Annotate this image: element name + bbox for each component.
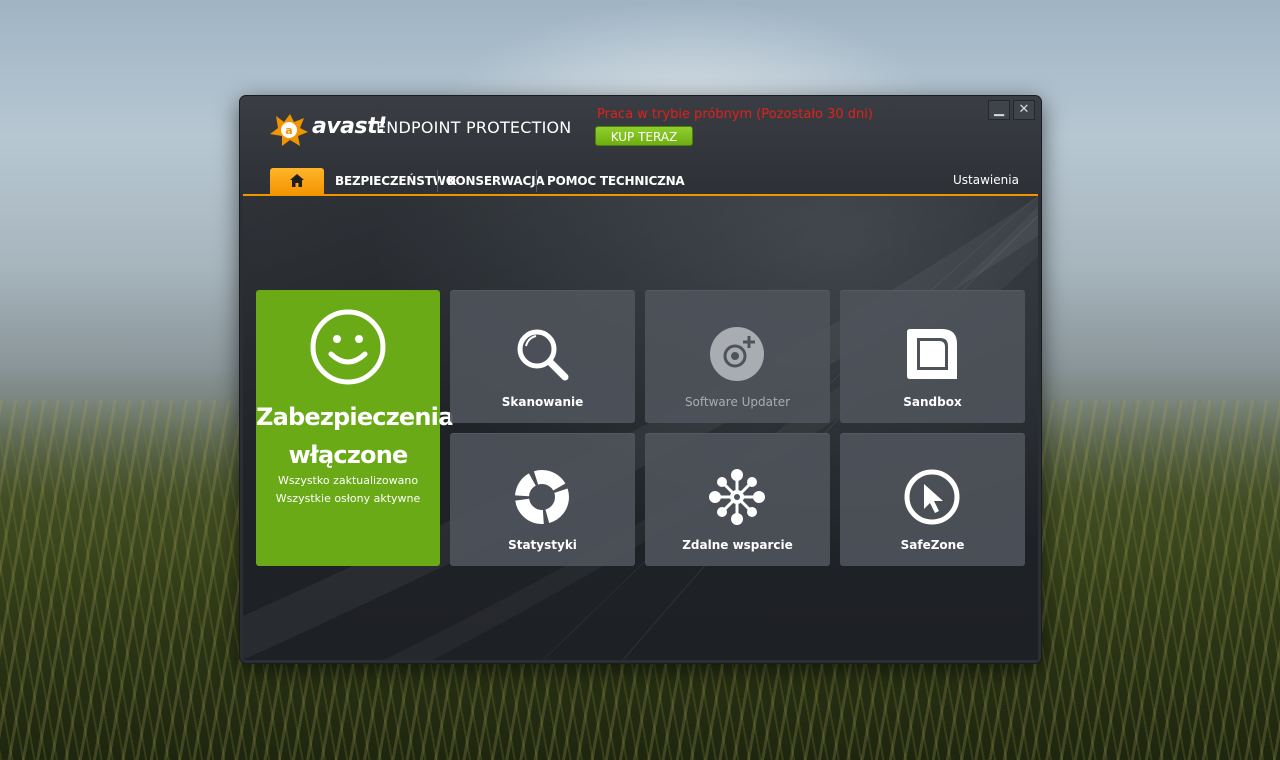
tile-label: Sandbox	[903, 395, 962, 409]
tile-sandbox[interactable]: Sandbox	[840, 290, 1025, 423]
protection-status-card[interactable]: Zabezpieczenia włączone Wszystko zaktual…	[256, 290, 454, 566]
settings-link[interactable]: Ustawienia	[953, 173, 1019, 187]
tab-maintenance[interactable]: KONSERWACJA	[447, 174, 545, 188]
home-icon	[290, 174, 304, 187]
avast-logo-icon: a	[270, 114, 308, 146]
tile-software-updater[interactable]: Software Updater	[645, 290, 830, 423]
status-title: Zabezpieczenia włączone	[256, 398, 454, 474]
avast-main-window: a avast! ENDPOINT PROTECTION Praca w try…	[240, 96, 1041, 663]
main-nav: BEZPIECZEŃSTWO KONSERWACJA POMOC TECHNIC…	[240, 166, 1041, 196]
tile-scan[interactable]: Skanowanie	[450, 290, 635, 423]
tab-home[interactable]	[270, 168, 324, 195]
tile-label: Skanowanie	[501, 395, 584, 409]
tile-label: Zdalne wsparcie	[682, 538, 793, 552]
tile-statistics[interactable]: Statystyki	[450, 433, 635, 566]
status-updated-text: Wszystko zaktualizowano	[277, 474, 419, 487]
sandbox-icon	[907, 329, 957, 379]
tile-label: SafeZone	[900, 538, 965, 552]
window-header: a avast! ENDPOINT PROTECTION Praca w try…	[240, 96, 1041, 196]
nav-divider	[437, 170, 438, 192]
software-updater-icon	[710, 327, 764, 381]
minimize-button[interactable]: ▁	[988, 100, 1010, 120]
tile-safezone[interactable]: SafeZone	[840, 433, 1025, 566]
cursor-icon	[904, 469, 960, 525]
close-button[interactable]: ✕	[1013, 100, 1035, 120]
nav-divider	[536, 170, 537, 192]
product-name: ENDPOINT PROTECTION	[376, 118, 572, 137]
tab-support[interactable]: POMOC TECHNICZNA	[547, 174, 685, 188]
buy-now-button[interactable]: KUP TERAZ	[595, 126, 693, 146]
magnifier-icon	[517, 329, 569, 381]
tile-label: Statystyki	[508, 538, 577, 552]
smiley-icon	[310, 309, 386, 385]
tile-remote-assistance[interactable]: Zdalne wsparcie	[645, 433, 830, 566]
status-shields-text: Wszystkie osłony aktywne	[275, 492, 421, 505]
status-title-line1: Zabezpieczenia	[256, 403, 454, 431]
trial-notice: Praca w trybie próbnym (Pozostało 30 dni…	[597, 107, 873, 122]
chart-icon	[515, 470, 569, 524]
tile-label: Software Updater	[684, 395, 791, 409]
network-icon	[709, 469, 765, 525]
svg-text:a: a	[285, 124, 292, 137]
status-title-line2: włączone	[288, 441, 409, 469]
